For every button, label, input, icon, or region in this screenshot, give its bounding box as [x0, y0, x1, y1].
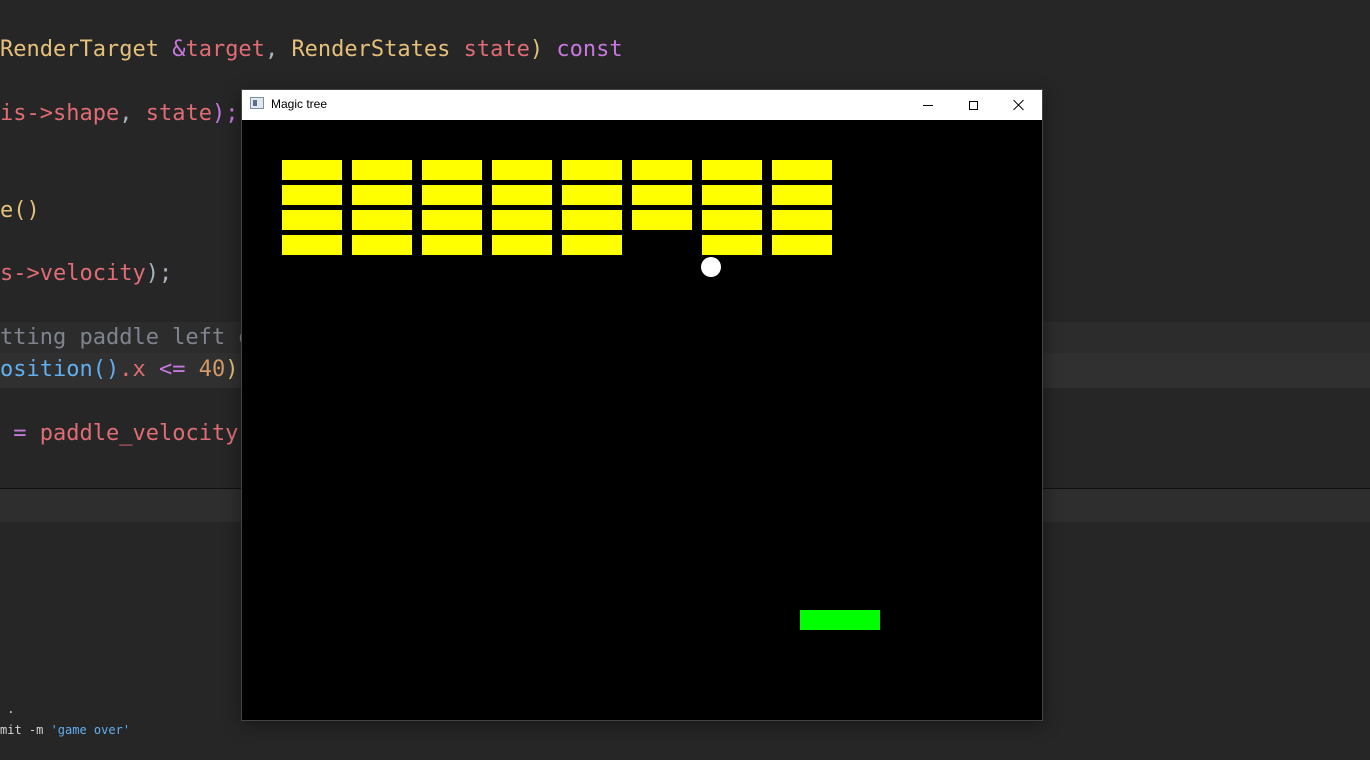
code-token: target [185, 37, 265, 62]
code-token: const [556, 37, 623, 62]
brick [702, 235, 762, 255]
maximize-icon [968, 100, 978, 110]
code-token: RenderStates [291, 37, 451, 62]
paddle [800, 610, 880, 630]
code-token: ); [211, 101, 239, 126]
brick [492, 210, 552, 230]
window-title: Magic tree [271, 97, 328, 111]
code-token: , [119, 101, 146, 126]
terminal-line: . [0, 702, 14, 716]
code-token: ) [529, 37, 557, 62]
code-line: osition().x <= 40) [0, 356, 238, 384]
brick [562, 185, 622, 205]
code-token: osition [0, 357, 93, 382]
app-window-icon [250, 97, 264, 109]
code-token: () [92, 357, 120, 382]
brick [352, 160, 412, 180]
code-token: velocity [39, 261, 146, 286]
terminal-token: mit -m [0, 723, 51, 737]
brick [352, 185, 412, 205]
maximize-button[interactable] [950, 90, 996, 120]
code-token: s-> [0, 261, 40, 286]
brick [352, 210, 412, 230]
terminal-line: mit -m 'game over' [0, 723, 130, 737]
code-line: e() [0, 197, 40, 225]
code-line: is->shape, state); [0, 100, 238, 128]
code-token: e [0, 198, 14, 223]
close-button[interactable] [996, 90, 1042, 120]
terminal-token: . [0, 702, 15, 716]
code-token: RenderTarget [0, 37, 159, 62]
code-token: tting paddle left o [0, 325, 252, 350]
brick [702, 160, 762, 180]
brick [492, 235, 552, 255]
window-title-bar[interactable]: Magic tree [242, 90, 1042, 120]
code-token: 40 [198, 357, 226, 382]
brick [562, 160, 622, 180]
code-token: shape [52, 101, 120, 126]
code-token: paddle_velocity [39, 421, 239, 446]
code-token: <= [158, 357, 186, 382]
code-token: = [0, 421, 40, 446]
brick [632, 185, 692, 205]
brick [422, 185, 482, 205]
brick [282, 160, 342, 180]
brick [422, 210, 482, 230]
brick [772, 160, 832, 180]
code-token: ) [225, 357, 239, 382]
brick [772, 185, 832, 205]
brick [492, 160, 552, 180]
brick [282, 185, 342, 205]
brick [632, 160, 692, 180]
ball [701, 257, 721, 277]
code-line: = paddle_velocity; [0, 420, 251, 448]
code-token: & [172, 37, 186, 62]
code-token: state [145, 101, 212, 126]
code-line: tting paddle left o [0, 324, 252, 352]
code-token: , [264, 37, 292, 62]
minimize-icon [923, 104, 933, 106]
brick [492, 185, 552, 205]
brick [422, 160, 482, 180]
brick [562, 210, 622, 230]
code-line: RenderTarget &target, RenderStates state… [0, 36, 623, 64]
brick [632, 210, 692, 230]
code-token: () [13, 198, 40, 223]
code-token: .x [119, 357, 159, 382]
brick [422, 235, 482, 255]
brick [702, 185, 762, 205]
brick [702, 210, 762, 230]
brick [772, 210, 832, 230]
brick [282, 210, 342, 230]
game-window[interactable]: Magic tree [242, 90, 1042, 720]
close-icon [1013, 99, 1025, 111]
brick [282, 235, 342, 255]
terminal-token: 'game over' [50, 723, 131, 737]
code-token: ); [145, 261, 173, 286]
code-token: state [463, 37, 530, 62]
minimize-button[interactable] [905, 90, 951, 120]
brick [562, 235, 622, 255]
game-canvas[interactable] [242, 120, 1042, 720]
brick [352, 235, 412, 255]
brick [772, 235, 832, 255]
code-token: is-> [0, 101, 53, 126]
code-line: s->velocity); [0, 260, 172, 288]
